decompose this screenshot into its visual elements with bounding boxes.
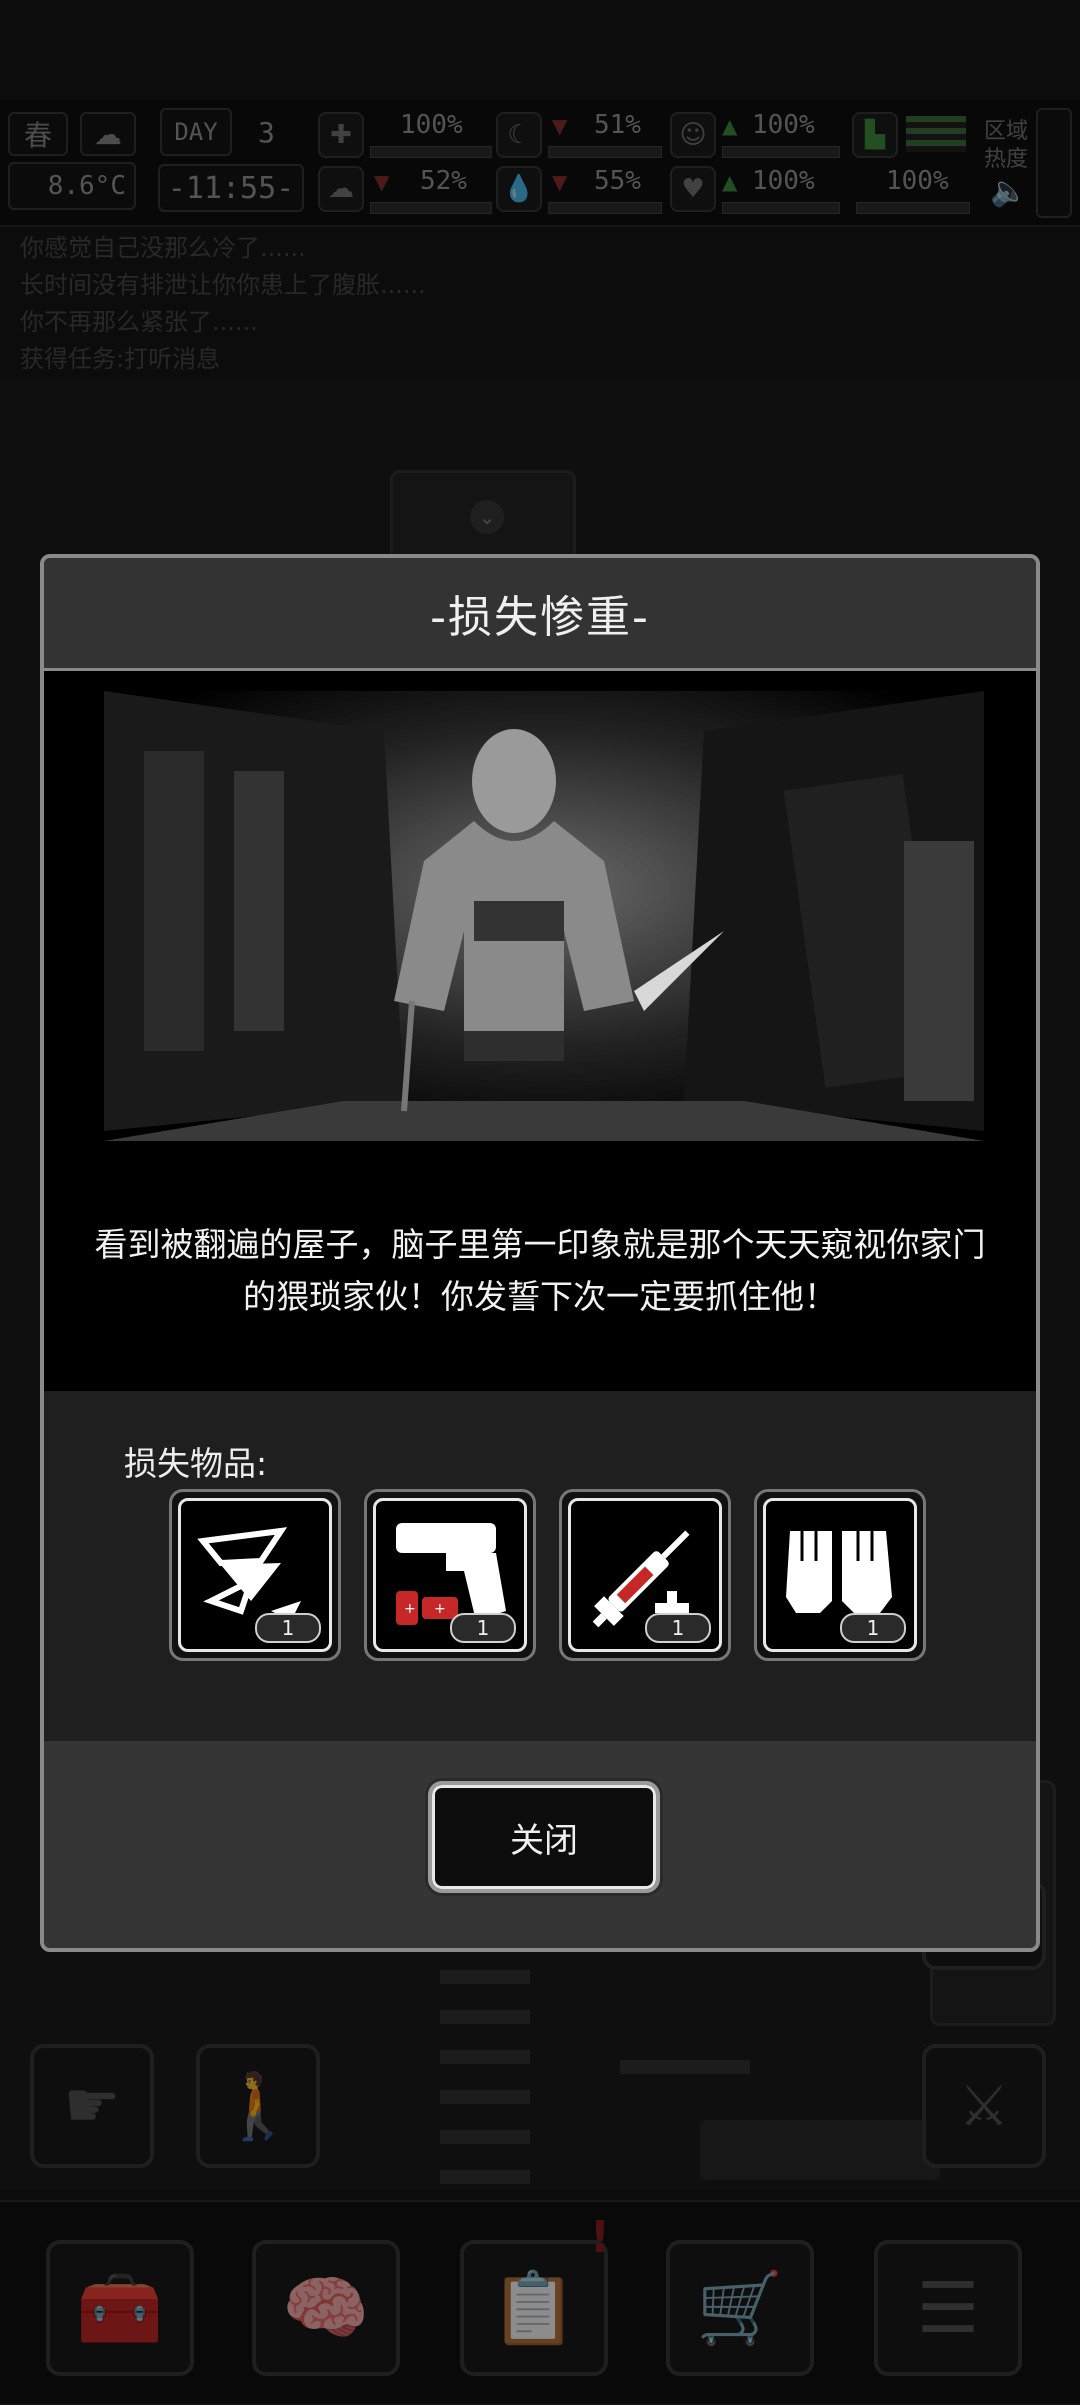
event-illustration <box>44 671 1036 1151</box>
item-quantity: 1 <box>450 1613 516 1643</box>
dialog-message: 看到被翻遍的屋子，脑子里第一印象就是那个天天窥视你家门的猥琐家伙！你发誓下次一定… <box>44 1151 1036 1391</box>
lost-item-slot[interactable]: 1 <box>754 1489 926 1661</box>
item-quantity: 1 <box>255 1613 321 1643</box>
slot-frame: 1 <box>178 1498 332 1652</box>
lost-item-slot[interactable]: 1 <box>559 1489 731 1661</box>
close-button[interactable]: 关闭 <box>428 1781 660 1893</box>
dialog-footer: 关闭 <box>44 1741 1036 1948</box>
svg-text:+: + <box>434 1601 446 1617</box>
loss-dialog: -损失惨重- 看到被翻遍的屋子，脑子里第一印象就是那个天天窥视你家门的猥琐家伙！… <box>40 554 1040 1952</box>
item-quantity: 1 <box>645 1613 711 1643</box>
svg-text:+: + <box>404 1601 416 1617</box>
dialog-title: -损失惨重- <box>44 558 1036 671</box>
item-quantity: 1 <box>840 1613 906 1643</box>
lost-item-slot[interactable]: + + 1 <box>364 1489 536 1661</box>
lost-items-section: 损失物品: 1 + + 1 1 1 <box>44 1391 1036 1741</box>
slot-frame: 1 <box>763 1498 917 1652</box>
survivor-with-knife-image <box>104 691 984 1141</box>
lost-items-label: 损失物品: <box>124 1444 268 1483</box>
slot-frame: 1 <box>568 1498 722 1652</box>
slot-frame: + + 1 <box>373 1498 527 1652</box>
lost-item-slot[interactable]: 1 <box>169 1489 341 1661</box>
